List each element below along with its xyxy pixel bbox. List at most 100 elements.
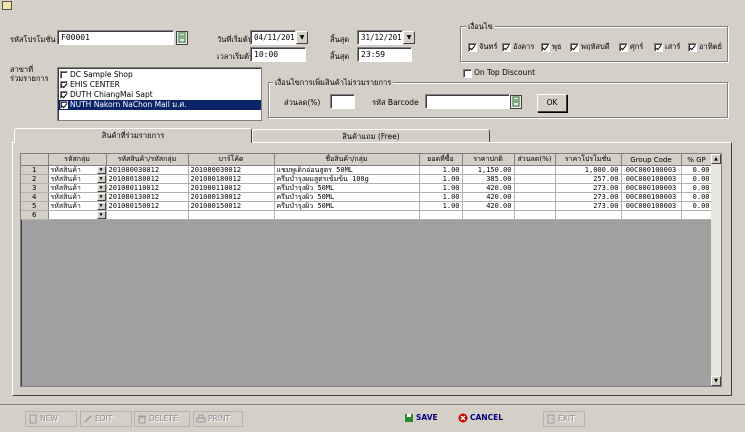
grid-cell-code[interactable]: 201080130012	[106, 192, 189, 202]
grid-column-header[interactable]: Group Code	[621, 154, 682, 166]
grid-cell-promo[interactable]: 273.00	[555, 201, 622, 211]
branch-list-item[interactable]: NUTH Nakorn NaChon Mall ม.ศ.	[58, 100, 261, 110]
grid-cell-barcode[interactable]: 201080150012	[188, 201, 275, 211]
day-checkbox-4[interactable]: ศุกร์	[619, 41, 643, 53]
end-time-input[interactable]: 23:59	[357, 47, 412, 62]
grid-cell-price[interactable]: 420.00	[462, 201, 515, 211]
day-check-box[interactable]	[541, 42, 550, 52]
grid-cell-promo[interactable]: 273.00	[555, 183, 622, 193]
barcode-lookup-button[interactable]	[510, 95, 522, 109]
grid-cell-disc[interactable]	[514, 183, 556, 193]
day-checkbox-1[interactable]: อังคาร	[502, 41, 534, 53]
grid-cell-barcode[interactable]	[188, 210, 275, 220]
grid-cell-name[interactable]: ครีมบำรุงผมสูตรเข้มข้น 100g	[274, 174, 420, 184]
grid-cell-promo[interactable]	[555, 210, 622, 220]
grid-cell-qty[interactable]: 1.00	[419, 183, 463, 193]
branch-check-box[interactable]	[60, 81, 68, 89]
grid-cell-qty[interactable]: 1.00	[419, 165, 463, 175]
branch-check-box[interactable]	[60, 91, 68, 99]
branch-list[interactable]: DC Sample Shop EHIS CENTER DUTH ChiangMai …	[57, 67, 262, 121]
start-time-input[interactable]: 10:00	[250, 47, 306, 62]
grid-cell-type[interactable]: ▼	[48, 210, 107, 220]
grid-cell-type[interactable]: รหัสสินค้า ▼	[48, 165, 107, 175]
grid-cell-name[interactable]: ครีมบำรุงผิว 50ML	[274, 201, 420, 211]
grid-column-header[interactable]: ราคาโปรโมชั่น	[555, 154, 622, 166]
grid-cell-qty[interactable]: 1.00	[419, 201, 463, 211]
grid-cell-type[interactable]: รหัสสินค้า ▼	[48, 183, 107, 193]
grid-cell-price[interactable]: 420.00	[462, 192, 515, 202]
branch-check-box[interactable]	[60, 101, 68, 109]
grid-cell-disc[interactable]	[514, 174, 556, 184]
grid-cell-qty[interactable]	[419, 210, 463, 220]
grid-cell-name[interactable]	[274, 210, 420, 220]
grid-cell-code[interactable]: 201080150012	[106, 201, 189, 211]
day-check-box[interactable]	[654, 42, 663, 52]
tab-free-items[interactable]: สินค้าแถม (Free)	[252, 129, 490, 143]
table-row[interactable]: 3 รหัสสินค้า ▼ 201080110012 201080110012 ครีม…	[21, 183, 713, 193]
grid-vertical-scrollbar[interactable]: ▲ ▼	[711, 154, 721, 386]
promo-code-input[interactable]: F00001	[57, 30, 174, 45]
grid-column-header[interactable]: ชื่อสินค้า/กลุ่ม	[274, 154, 420, 166]
promo-items-grid[interactable]: รหัสกลุ่ม รหัสสินค้า/รหัสกลุ่ม บาร์โค้ด ชื่…	[20, 153, 722, 387]
edit-button[interactable]: EDIT	[80, 411, 132, 427]
grid-cell-qty[interactable]: 1.00	[419, 192, 463, 202]
grid-cell-gp[interactable]: 0.00	[681, 201, 713, 211]
grid-cell-disc[interactable]	[514, 210, 556, 220]
grid-column-header[interactable]: % GP	[681, 154, 713, 166]
scroll-up-icon[interactable]: ▲	[711, 154, 721, 164]
table-row[interactable]: 2 รหัสสินค้า ▼ 201080180012 201080180012 ครีม…	[21, 174, 713, 184]
grid-cell-group[interactable]: 00C000100003	[621, 201, 682, 211]
day-check-box[interactable]	[468, 42, 477, 52]
grid-cell-barcode[interactable]: 201080030012	[188, 165, 275, 175]
grid-cell-disc[interactable]	[514, 192, 556, 202]
row-type-dropdown-icon[interactable]: ▼	[96, 202, 105, 210]
table-row[interactable]: 4 รหัสสินค้า ▼ 201080130012 201080130012 ครีม…	[21, 192, 713, 202]
end-date-input[interactable]: 31/12/2010	[357, 30, 403, 45]
on-top-discount-check-box[interactable]	[463, 68, 472, 78]
grid-cell-code[interactable]	[106, 210, 189, 220]
grid-cell-name[interactable]: แชมพูเด็กอ่อนสูตร 50ML	[274, 165, 420, 175]
table-row[interactable]: 5 รหัสสินค้า ▼ 201080150012 201080150012 ครีม…	[21, 201, 713, 211]
grid-column-header[interactable]: รหัสสินค้า/รหัสกลุ่ม	[106, 154, 189, 166]
day-checkbox-2[interactable]: พุธ	[541, 41, 562, 53]
branch-list-item[interactable]: DUTH ChiangMai Sapt	[58, 90, 261, 100]
grid-cell-gp[interactable]: 0.00	[681, 165, 713, 175]
on-top-discount-checkbox[interactable]: On Top Discount	[463, 68, 535, 78]
grid-cell-price[interactable]: 420.00	[462, 183, 515, 193]
grid-cell-promo[interactable]: 257.00	[555, 174, 622, 184]
grid-cell-price[interactable]	[462, 210, 515, 220]
row-type-dropdown-icon[interactable]: ▼	[96, 175, 105, 183]
grid-cell-code[interactable]: 201080110012	[106, 183, 189, 193]
branch-check-box[interactable]	[60, 71, 68, 79]
grid-column-header[interactable]: ส่วนลด(%)	[514, 154, 556, 166]
day-checkbox-6[interactable]: อาทิตย์	[688, 41, 722, 53]
grid-cell-gp[interactable]: 0.00	[681, 192, 713, 202]
grid-cell-type[interactable]: รหัสสินค้า ▼	[48, 192, 107, 202]
grid-cell-promo[interactable]: 1,000.00	[555, 165, 622, 175]
discount-percent-input[interactable]	[330, 94, 355, 109]
day-check-box[interactable]	[688, 42, 697, 52]
grid-cell-group[interactable]: 00C000100003	[621, 183, 682, 193]
day-checkbox-0[interactable]: จันทร์	[468, 41, 498, 53]
grid-column-header[interactable]: ยอดที่ซื้อ	[419, 154, 463, 166]
branch-list-item[interactable]: EHIS CENTER	[58, 80, 261, 90]
day-check-box[interactable]	[570, 42, 579, 52]
print-button[interactable]: PRINT	[193, 411, 243, 427]
grid-cell-name[interactable]: ครีมบำรุงผิว 50ML	[274, 183, 420, 193]
table-row[interactable]: 1 รหัสสินค้า ▼ 201080030012 201080030012 แชมพ…	[21, 165, 713, 175]
grid-cell-group[interactable]: 00C000100003	[621, 192, 682, 202]
grid-cell-price[interactable]: 1,150.00	[462, 165, 515, 175]
grid-cell-barcode[interactable]: 201080110012	[188, 183, 275, 193]
row-type-dropdown-icon[interactable]: ▼	[96, 193, 105, 201]
branch-list-item[interactable]: DC Sample Shop	[58, 70, 261, 80]
row-type-dropdown-icon[interactable]: ▼	[96, 211, 105, 219]
grid-cell-price[interactable]: 385.00	[462, 174, 515, 184]
table-row[interactable]: 6 ▼	[21, 210, 713, 220]
day-checkbox-5[interactable]: เสาร์	[654, 41, 680, 53]
promo-code-lookup-button[interactable]	[176, 31, 188, 45]
grid-cell-code[interactable]: 201080030012	[106, 165, 189, 175]
new-button[interactable]: NEW	[25, 411, 77, 427]
end-date-dropdown-icon[interactable]: ▼	[403, 31, 415, 44]
row-type-dropdown-icon[interactable]: ▼	[96, 166, 105, 174]
ok-button[interactable]: OK	[537, 94, 567, 112]
